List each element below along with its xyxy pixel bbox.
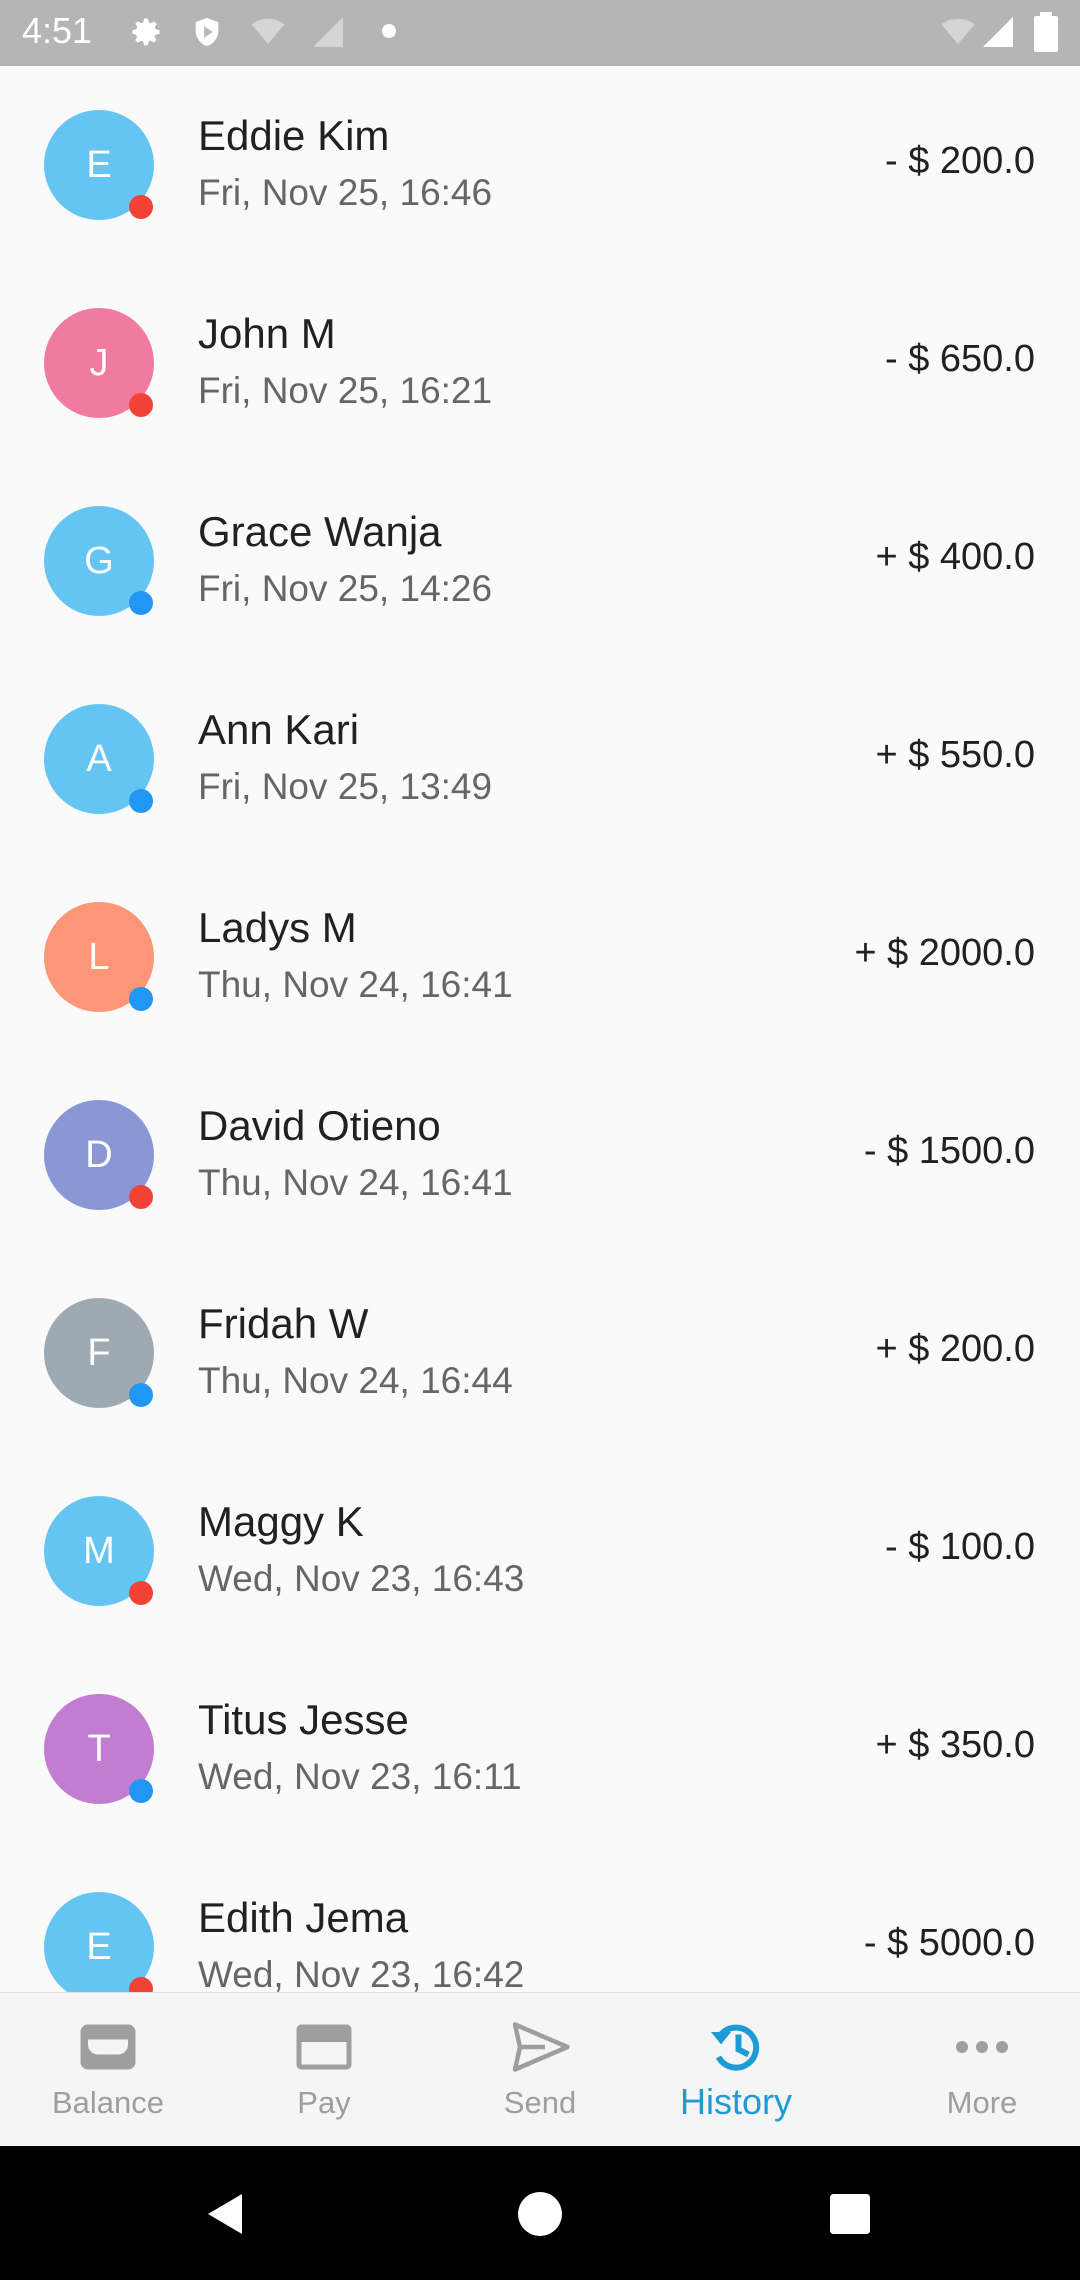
- contact-name: Grace Wanja: [198, 508, 442, 555]
- transaction-amount: + $ 550.0: [875, 734, 1035, 776]
- transaction-row[interactable]: J John M Fri, Nov 25, 16:21 - $ 650.0: [0, 264, 1080, 462]
- transaction-date: Fri, Nov 25, 14:26: [198, 568, 493, 609]
- contact-name: Ann Kari: [198, 706, 360, 753]
- transaction-date: Fri, Nov 25, 13:49: [198, 766, 493, 807]
- transaction-amount: - $ 5000.0: [863, 1922, 1035, 1964]
- nav-label: Pay: [297, 2085, 351, 2120]
- wifi-unknown-icon: [251, 18, 285, 44]
- status-dot: [129, 987, 153, 1011]
- transaction-date: Thu, Nov 24, 16:41: [198, 964, 513, 1005]
- avatar-initial: T: [87, 1727, 111, 1770]
- battery-icon: [1034, 12, 1058, 52]
- transaction-amount: + $ 200.0: [875, 1328, 1035, 1370]
- transaction-row[interactable]: T Titus Jesse Wed, Nov 23, 16:11 + $ 350…: [0, 1650, 1080, 1848]
- transaction-date: Wed, Nov 23, 16:11: [198, 1756, 522, 1797]
- transaction-amount: - $ 200.0: [885, 140, 1035, 182]
- signal-icon: [983, 17, 1013, 47]
- contact-name: Eddie Kim: [198, 112, 390, 159]
- avatar-initial: F: [87, 1331, 111, 1374]
- more-icon: [956, 2041, 1008, 2053]
- transaction-date: Fri, Nov 25, 16:46: [198, 172, 493, 213]
- contact-name: Edith Jema: [198, 1894, 409, 1941]
- card-icon: [296, 2024, 352, 2070]
- nav-label: Balance: [51, 2085, 165, 2120]
- signal-unknown-icon: [313, 17, 343, 47]
- transaction-date: Thu, Nov 24, 16:41: [198, 1162, 513, 1203]
- transaction-row[interactable]: A Ann Kari Fri, Nov 25, 13:49 + $ 550.0: [0, 660, 1080, 858]
- transaction-date: Wed, Nov 23, 16:43: [198, 1558, 525, 1599]
- nav-label: History: [679, 2081, 792, 2122]
- avatar-initial: D: [85, 1133, 113, 1176]
- contact-name: John M: [198, 310, 336, 357]
- transaction-row[interactable]: F Fridah W Thu, Nov 24, 16:44 + $ 200.0: [0, 1254, 1080, 1452]
- wallet-icon: [80, 2024, 136, 2070]
- transaction-row[interactable]: M Maggy K Wed, Nov 23, 16:43 - $ 100.0: [0, 1452, 1080, 1650]
- avatar-initial: G: [84, 539, 114, 582]
- nav-label: Send: [503, 2085, 577, 2120]
- contact-name: Fridah W: [198, 1300, 369, 1347]
- nav-more[interactable]: More: [874, 1993, 1080, 2147]
- avatar-initial: L: [88, 935, 110, 978]
- transaction-amount: + $ 2000.0: [854, 932, 1035, 974]
- transaction-list[interactable]: E Eddie Kim Fri, Nov 25, 16:46 - $ 200.0…: [0, 66, 1080, 1992]
- status-dot: [129, 1383, 153, 1407]
- avatar-initial: J: [89, 341, 109, 384]
- history-icon: [711, 2024, 760, 2071]
- status-dot: [129, 1581, 153, 1605]
- transaction-row[interactable]: G Grace Wanja Fri, Nov 25, 14:26 + $ 400…: [0, 462, 1080, 660]
- contact-name: David Otieno: [198, 1102, 441, 1149]
- notification-dot-icon: [382, 24, 396, 38]
- system-navigation-bar: [0, 2146, 1080, 2280]
- avatar-initial: E: [86, 1925, 112, 1968]
- contact-name: Titus Jesse: [198, 1696, 409, 1743]
- status-dot: [129, 1977, 153, 1992]
- status-time: 4:51: [22, 10, 93, 51]
- avatar-initial: E: [86, 143, 112, 186]
- nav-label: More: [946, 2085, 1018, 2120]
- transaction-amount: - $ 100.0: [885, 1526, 1035, 1568]
- avatar-initial: A: [86, 737, 112, 780]
- home-icon[interactable]: [518, 2192, 562, 2236]
- recents-icon[interactable]: [830, 2194, 870, 2234]
- avatar-initial: M: [83, 1529, 115, 1572]
- shield-icon: [195, 17, 219, 47]
- status-dot: [129, 1779, 153, 1803]
- transaction-row[interactable]: E Eddie Kim Fri, Nov 25, 16:46 - $ 200.0: [0, 66, 1080, 264]
- nav-pay[interactable]: Pay: [216, 1993, 432, 2147]
- transaction-amount: + $ 400.0: [875, 536, 1035, 578]
- status-dot: [129, 789, 153, 813]
- bottom-navigation: Balance Pay Send History More: [0, 1992, 1080, 2147]
- transaction-date: Wed, Nov 23, 16:42: [198, 1954, 525, 1992]
- status-dot: [129, 1185, 153, 1209]
- status-dot: [129, 591, 153, 615]
- transaction-date: Thu, Nov 24, 16:44: [198, 1360, 513, 1401]
- transaction-row[interactable]: L Ladys M Thu, Nov 24, 16:41 + $ 2000.0: [0, 858, 1080, 1056]
- status-dot: [129, 195, 153, 219]
- transaction-amount: - $ 650.0: [885, 338, 1035, 380]
- nav-balance[interactable]: Balance: [0, 1993, 216, 2147]
- transaction-amount: - $ 1500.0: [863, 1130, 1035, 1172]
- contact-name: Maggy K: [198, 1498, 364, 1545]
- transaction-row[interactable]: D David Otieno Thu, Nov 24, 16:41 - $ 15…: [0, 1056, 1080, 1254]
- send-icon: [512, 2022, 570, 2072]
- nav-send[interactable]: Send: [432, 1993, 648, 2147]
- status-dot: [129, 393, 153, 417]
- nav-history[interactable]: History: [628, 1993, 844, 2147]
- transaction-amount: + $ 350.0: [875, 1724, 1035, 1766]
- transaction-date: Fri, Nov 25, 16:21: [198, 370, 493, 411]
- status-bar: 4:51: [0, 0, 1080, 66]
- transaction-row[interactable]: E Edith Jema Wed, Nov 23, 16:42 - $ 5000…: [0, 1848, 1080, 1992]
- back-icon[interactable]: [202, 2190, 250, 2238]
- settings-icon: [132, 18, 160, 46]
- contact-name: Ladys M: [198, 904, 357, 951]
- wifi-off-icon: [941, 18, 975, 44]
